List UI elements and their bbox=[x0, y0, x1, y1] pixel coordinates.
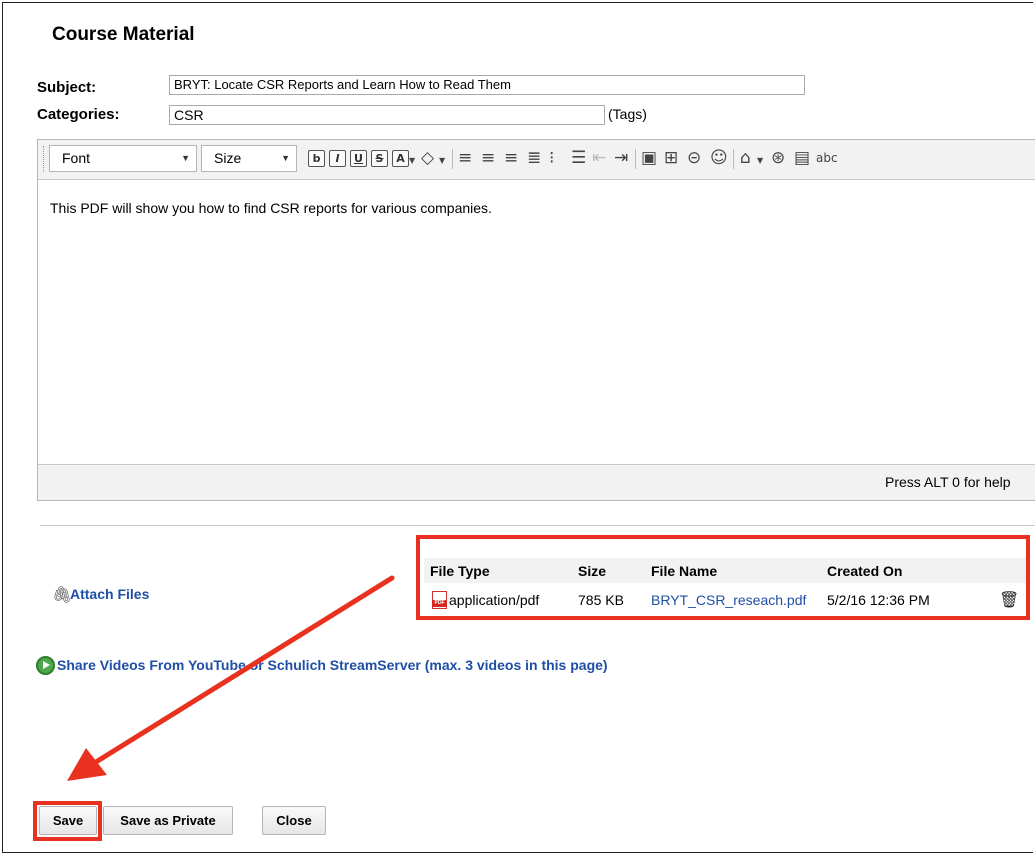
toolbar-divider bbox=[733, 149, 734, 169]
column-header-created-on: Created On bbox=[827, 563, 903, 579]
find-icon[interactable]: ⊛ bbox=[771, 148, 785, 168]
align-left-icon[interactable]: ≡ bbox=[458, 148, 472, 168]
bulleted-list-icon[interactable]: ☰ bbox=[571, 148, 586, 168]
categories-label: Categories: bbox=[37, 106, 120, 123]
chevron-down-icon[interactable]: ▼ bbox=[409, 151, 415, 171]
insert-link-icon[interactable]: ⊝ bbox=[687, 148, 701, 168]
editor-content[interactable]: This PDF will show you how to find CSR r… bbox=[50, 200, 492, 216]
italic-icon[interactable]: I bbox=[329, 150, 346, 167]
bold-icon[interactable]: b bbox=[308, 150, 325, 167]
attach-files-link[interactable]: Attach Files bbox=[70, 586, 149, 602]
toolbar-divider bbox=[452, 149, 453, 169]
page-title: Course Material bbox=[52, 24, 195, 45]
strikethrough-icon[interactable]: S bbox=[371, 150, 388, 167]
file-type-cell: application/pdf bbox=[449, 592, 540, 608]
source-view-icon[interactable]: ▤ bbox=[794, 148, 810, 168]
toolbar-divider bbox=[635, 149, 636, 169]
chevron-down-icon: ▼ bbox=[181, 153, 190, 163]
file-created-cell: 5/2/16 12:36 PM bbox=[827, 592, 930, 608]
play-circle-icon[interactable] bbox=[36, 656, 55, 675]
categories-input[interactable]: CSR bbox=[169, 105, 605, 125]
size-select[interactable]: Size ▼ bbox=[201, 145, 297, 172]
chevron-down-icon[interactable]: ▼ bbox=[439, 151, 445, 171]
editor-toolbar: Font ▼ Size ▼ b I U S A ▼ ◇ ▼ ≡ ≡ ≡ ≣ ⁝ … bbox=[38, 140, 1035, 180]
column-header-size: Size bbox=[578, 563, 607, 579]
column-header-file-name: File Name bbox=[651, 563, 718, 579]
font-select[interactable]: Font ▼ bbox=[49, 145, 197, 172]
size-select-value: Size bbox=[214, 150, 242, 166]
share-videos-link[interactable]: Share Videos From YouTube or Schulich St… bbox=[57, 657, 608, 673]
subject-label: Subject: bbox=[37, 79, 97, 96]
spellcheck-icon[interactable]: abc bbox=[816, 148, 838, 168]
close-button[interactable]: Close bbox=[262, 806, 326, 835]
paste-icon[interactable]: ⌂ bbox=[740, 148, 751, 168]
indent-icon[interactable]: ⇥ bbox=[614, 148, 628, 168]
highlight-color-icon[interactable]: ◇ bbox=[421, 148, 434, 168]
underline-icon[interactable]: U bbox=[350, 150, 367, 167]
font-select-value: Font bbox=[62, 150, 91, 166]
help-hint: Press ALT 0 for help bbox=[885, 474, 1011, 490]
numbered-list-icon[interactable]: ⁝ bbox=[549, 148, 554, 168]
tags-hint: (Tags) bbox=[608, 106, 647, 122]
align-center-icon[interactable]: ≡ bbox=[481, 148, 495, 168]
save-button[interactable]: Save bbox=[39, 806, 97, 835]
save-as-private-button[interactable]: Save as Private bbox=[103, 806, 233, 835]
file-name-link[interactable]: BRYT_CSR_reseach.pdf bbox=[651, 592, 806, 608]
attachments-table-header bbox=[424, 558, 1029, 583]
trash-icon[interactable]: 🗑 bbox=[999, 590, 1019, 609]
insert-image-icon[interactable]: ▣ bbox=[641, 148, 657, 168]
divider bbox=[40, 525, 1035, 526]
file-size-cell: 785 KB bbox=[578, 592, 624, 608]
column-header-file-type: File Type bbox=[430, 563, 490, 579]
align-justify-icon[interactable]: ≣ bbox=[527, 148, 541, 168]
chevron-down-icon: ▼ bbox=[281, 153, 290, 163]
font-color-icon[interactable]: A bbox=[392, 150, 409, 167]
rich-text-editor: Font ▼ Size ▼ b I U S A ▼ ◇ ▼ ≡ ≡ ≡ ≣ ⁝ … bbox=[37, 139, 1035, 501]
toolbar-grip bbox=[43, 146, 46, 172]
chevron-down-icon[interactable]: ▼ bbox=[757, 151, 763, 171]
pdf-file-icon: PDF bbox=[432, 591, 447, 609]
emoticon-icon[interactable]: ☺ bbox=[710, 148, 728, 168]
align-right-icon[interactable]: ≡ bbox=[504, 148, 518, 168]
subject-input[interactable]: BRYT: Locate CSR Reports and Learn How t… bbox=[169, 75, 805, 95]
outdent-icon[interactable]: ⇤ bbox=[592, 148, 606, 168]
editor-statusbar: Press ALT 0 for help bbox=[38, 464, 1035, 500]
insert-table-icon[interactable]: ⊞ bbox=[664, 148, 678, 168]
